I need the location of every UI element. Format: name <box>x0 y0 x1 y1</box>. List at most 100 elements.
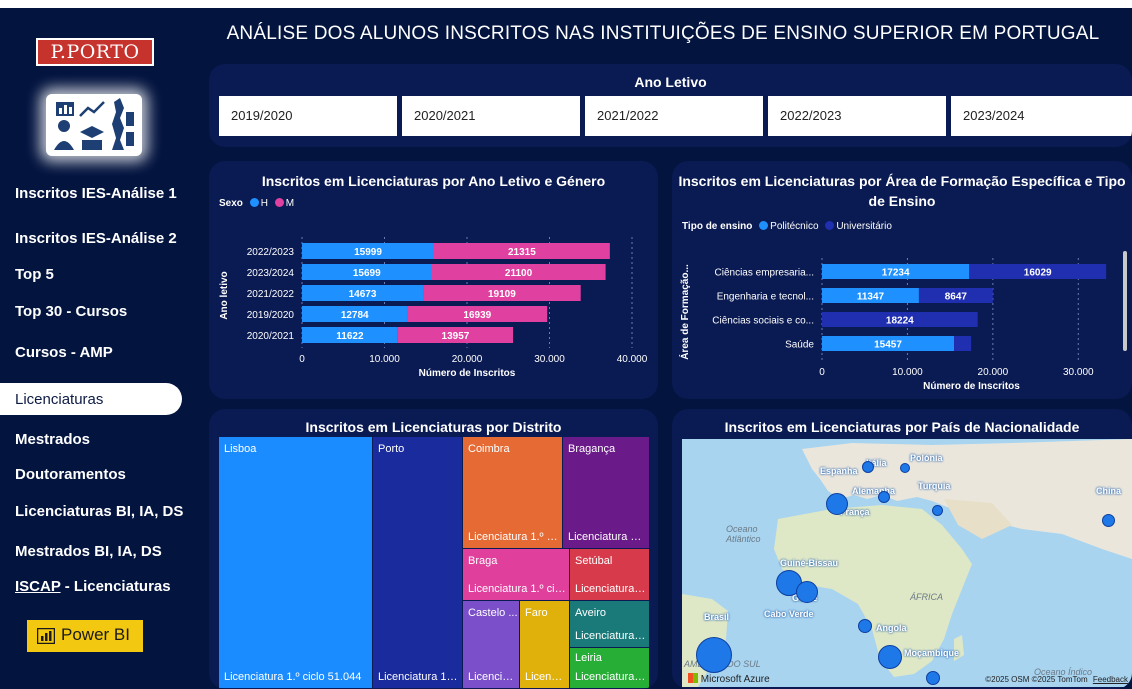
map-provider-label: Microsoft Azure <box>700 674 770 685</box>
map-label-oceano-atlantico: Oceano Atlântico <box>726 524 761 544</box>
slicer-option-2019-2020[interactable]: 2019/2020 <box>219 96 397 136</box>
bar-data-label: 14673 <box>349 289 377 300</box>
bar-data-label: 16029 <box>1024 268 1052 279</box>
nav-iscap-licenciaturas[interactable]: ISCAP - Licenciaturas <box>15 578 171 595</box>
area-chart-panel: Inscritos em Licenciaturas por Área de F… <box>672 161 1132 399</box>
x-tick-label: 40.000 <box>617 354 648 365</box>
category-label: Ciências empresaria... <box>715 268 814 279</box>
nav-top-30-cursos[interactable]: Top 30 - Cursos <box>15 303 127 320</box>
nav-inscritos-analise-1[interactable]: Inscritos IES-Análise 1 <box>15 185 177 202</box>
bar-data-label: 8647 <box>945 292 968 303</box>
nav-inscritos-analise-2[interactable]: Inscritos IES-Análise 2 <box>15 230 177 247</box>
treemap-cell-braga[interactable]: Braga Licenciatura 1.º cicl... <box>463 549 569 600</box>
nav-mestrados-bi-ia-ds[interactable]: Mestrados BI, IA, DS <box>15 543 162 560</box>
treemap-title: Inscritos em Licenciaturas por Distrito <box>305 419 562 435</box>
x-axis-title: Número de Inscritos <box>923 381 1020 392</box>
treemap-value: Licenciatura 1.º cicl... <box>468 583 566 595</box>
treemap-name: Aveiro <box>575 607 606 619</box>
x-tick-label: 0 <box>299 354 305 365</box>
map-bubble-polonia[interactable] <box>900 463 910 473</box>
map-attribution-text: ©2025 OSM ©2025 TomTom <box>985 675 1088 684</box>
treemap-cell-setubal[interactable]: Setúbal Licenciatura ... <box>570 549 649 600</box>
ano-letivo-slicer: Ano Letivo 2019/2020 2020/2021 2021/2022… <box>209 64 1132 147</box>
treemap-name: Lisboa <box>224 443 257 455</box>
map-bubble-china[interactable] <box>1102 514 1115 527</box>
map-title: Inscritos em Licenciaturas por País de N… <box>724 419 1080 435</box>
category-label: 2019/2020 <box>247 310 295 321</box>
slicer-option-2020-2021[interactable]: 2020/2021 <box>402 96 580 136</box>
y-axis-title: Área de Formação... <box>678 264 691 360</box>
bar-data-label: 15457 <box>874 340 902 351</box>
bar-data-label: 17234 <box>882 268 910 279</box>
map-bubble-franca[interactable] <box>826 493 848 515</box>
slicer-option-2021-2022[interactable]: 2021/2022 <box>585 96 763 136</box>
iscap-underlined: ISCAP <box>15 578 61 595</box>
treemap-cell-coimbra[interactable]: Coimbra Licenciatura 1.º ci... <box>463 437 562 548</box>
treemap-name: Porto <box>378 443 405 455</box>
page-title: ANÁLISE DOS ALUNOS INSCRITOS NAS INSTITU… <box>226 23 1100 44</box>
treemap-cell-lisboa[interactable]: Lisboa Licenciatura 1.º ciclo 51.044 <box>219 437 372 688</box>
nav-doutoramentos[interactable]: Doutoramentos <box>15 466 126 483</box>
powerbi-button[interactable]: Power BI <box>27 620 143 652</box>
bar-data-label: 19109 <box>488 289 516 300</box>
map-bubble-italia[interactable] <box>862 461 874 473</box>
pporto-logo: P.PORTO <box>36 38 154 66</box>
treemap-cell-castelo-branco[interactable]: Castelo ... Licenciat... <box>463 601 519 688</box>
category-label: 2023/2024 <box>247 268 295 279</box>
map-label-brasil: Brasil <box>704 612 730 622</box>
nav-cursos-amp[interactable]: Cursos - AMP <box>15 344 113 361</box>
bar-data-label: 11347 <box>857 292 885 303</box>
map-label-guine-bissau: Guiné-Bissau <box>780 558 839 568</box>
nav-top-5[interactable]: Top 5 <box>15 266 54 283</box>
map-label-angola: Angola <box>876 623 907 633</box>
category-label: 2020/2021 <box>247 331 295 342</box>
nav-licenciaturas[interactable]: Licenciaturas <box>0 383 182 415</box>
map-canvas[interactable]: Espanha Itália Polónia Alemanha Turquia … <box>682 439 1132 687</box>
map-bubble-sao-tome[interactable] <box>926 671 940 685</box>
category-label: Ciências sociais e co... <box>712 316 814 327</box>
nav-licenciaturas-bi-ia-ds[interactable]: Licenciaturas BI, IA, DS <box>15 503 183 520</box>
treemap-value: Licenciatura 1.º... <box>378 671 459 683</box>
treemap-value: Licenciatura 1.º ci... <box>468 531 559 543</box>
category-label: Engenharia e tecnol... <box>717 292 814 303</box>
slicer-option-2022-2023[interactable]: 2022/2023 <box>768 96 946 136</box>
treemap-cell-braganca[interactable]: Bragança Licenciatura 1.... <box>563 437 649 548</box>
treemap-cell-leiria[interactable]: Leiria Licenciatura ... <box>570 648 649 688</box>
microsoft-logo-icon <box>688 673 698 683</box>
map-feedback-link[interactable]: Feedback <box>1093 675 1128 684</box>
map-bubble-mocambique[interactable] <box>878 645 902 669</box>
map-bubble-guine[interactable] <box>796 581 818 603</box>
bar-data-label: 15999 <box>354 247 382 258</box>
treemap-cell-aveiro[interactable]: Aveiro Licenciatura ... <box>570 601 649 647</box>
map-bubble-angola[interactable] <box>858 619 872 633</box>
map-bubble-turquia[interactable] <box>932 505 943 516</box>
x-tick-label: 0 <box>819 367 825 378</box>
nav-mestrados[interactable]: Mestrados <box>15 431 90 448</box>
treemap-value: Licenciatura 1.... <box>568 531 646 543</box>
nationality-map-panel: Inscritos em Licenciaturas por País de N… <box>672 409 1132 689</box>
treemap-cell-faro[interactable]: Faro Licenci... <box>520 601 569 688</box>
map-label-espanha: Espanha <box>820 466 858 476</box>
bar-data-label: 11622 <box>336 331 364 342</box>
category-label: Saúde <box>785 340 814 351</box>
analytics-illustration-icon <box>54 98 134 150</box>
treemap-name: Braga <box>468 555 498 567</box>
x-axis-title: Número de Inscritos <box>419 368 516 379</box>
map-attribution: ©2025 OSM ©2025 TomTom Feedback <box>985 675 1128 684</box>
map-provider: Microsoft Azure <box>688 673 770 685</box>
report-page: P.PORTO Inscritos IES-Análise 1 Inscrito… <box>0 8 1132 689</box>
bar-data-label: 18224 <box>886 316 914 327</box>
x-tick-label: 10.000 <box>369 354 400 365</box>
treemap-cell-porto[interactable]: Porto Licenciatura 1.º... <box>373 437 462 688</box>
treemap-value: Licenciat... <box>468 671 516 683</box>
chart-scrollbar[interactable] <box>1123 251 1127 351</box>
x-tick-label: 10.000 <box>892 367 923 378</box>
map-bubble-alemanha[interactable] <box>878 491 890 503</box>
gender-chart-panel: Inscritos em Licenciaturas por Ano Letiv… <box>209 161 658 399</box>
category-label: 2022/2023 <box>247 247 295 258</box>
bar-segment[interactable] <box>954 336 972 351</box>
map-bubble-brasil[interactable] <box>696 637 732 673</box>
y-axis-title: Ano letivo <box>219 271 230 319</box>
bar-data-label: 13957 <box>442 331 470 342</box>
slicer-option-2023-2024[interactable]: 2023/2024 <box>951 96 1132 136</box>
